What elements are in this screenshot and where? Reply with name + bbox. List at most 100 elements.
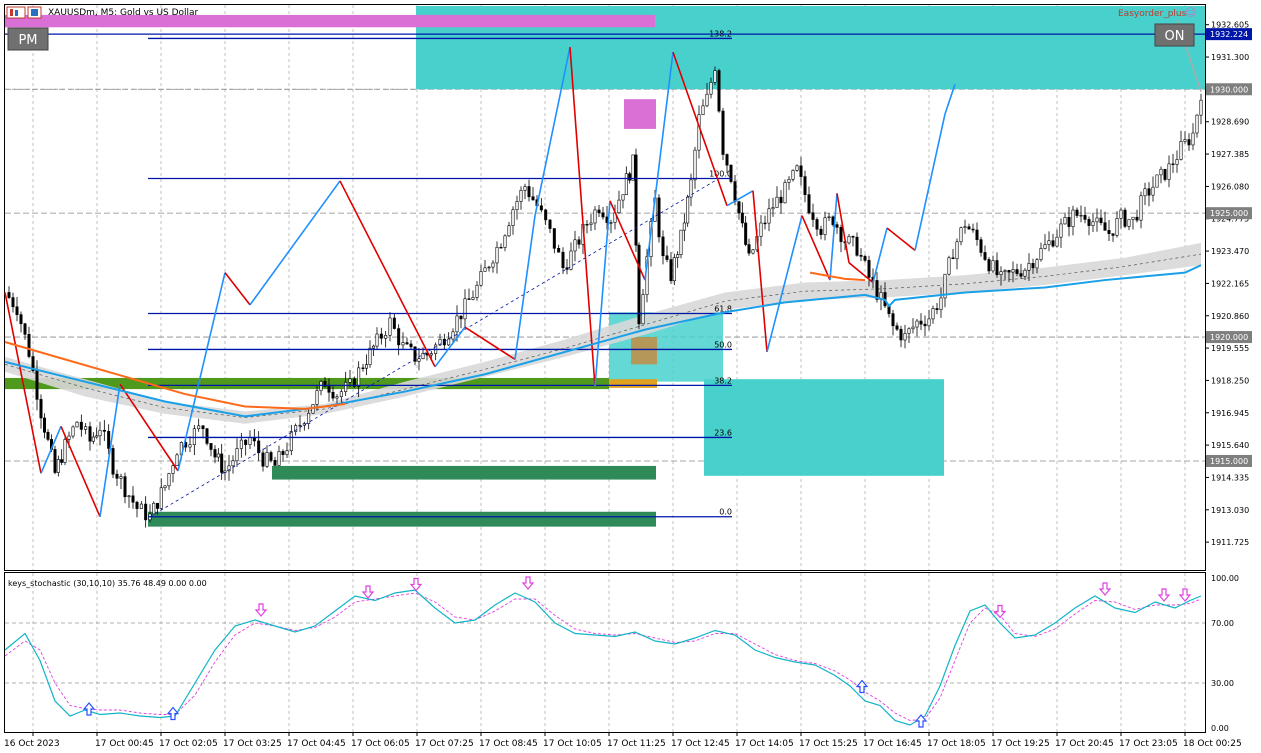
candle-bear — [557, 247, 561, 253]
candle-bull — [95, 435, 99, 438]
candle-bull — [751, 249, 755, 254]
candle-bear — [548, 219, 552, 229]
candle-bear — [979, 239, 983, 253]
candle-bull — [999, 271, 1003, 276]
candle-bear — [983, 252, 987, 260]
candle-bull — [1191, 132, 1195, 146]
candle-bull — [705, 93, 709, 107]
candle-bear — [135, 501, 139, 509]
candle-bull — [1119, 209, 1123, 219]
on-button[interactable]: ON — [1154, 23, 1195, 47]
time-tick-label: 17 Oct 04:45 — [287, 739, 346, 749]
candle-bear — [935, 308, 939, 311]
candle-bear — [1051, 240, 1055, 247]
price-tag-label: 1930.000 — [1210, 85, 1248, 94]
candle-bull — [159, 487, 163, 509]
candle-bear — [79, 421, 83, 430]
candle-bear — [361, 367, 365, 369]
time-tick-label: 17 Oct 02:05 — [159, 739, 218, 749]
candle-bear — [657, 197, 661, 238]
candle-bear — [252, 437, 256, 442]
candle-bull — [1183, 139, 1187, 142]
candle-bear — [779, 196, 783, 204]
candle-bear — [971, 228, 975, 231]
candle-bull — [959, 227, 963, 243]
candle-bear — [744, 222, 748, 245]
candle-bull — [1071, 209, 1075, 227]
candle-bull — [827, 216, 831, 219]
price-tick-label: 1913.030 — [1211, 506, 1249, 515]
time-tick-label: 17 Oct 16:45 — [863, 739, 922, 749]
candle-bear — [1123, 209, 1127, 227]
chart-canvas[interactable]: 138.2100.061.850.038.223.60.0 1932.60519… — [0, 0, 1261, 753]
candle-bull — [617, 199, 621, 214]
candle-bear — [35, 370, 39, 400]
candle-bull — [56, 459, 60, 473]
candle-bull — [1035, 259, 1039, 269]
candle-bull — [479, 271, 483, 286]
candle-bull — [429, 353, 433, 356]
candle-bear — [1103, 222, 1107, 231]
candle-bear — [1019, 273, 1023, 277]
candle-bull — [1079, 214, 1083, 217]
overlap-strip — [609, 379, 657, 388]
candle-bear — [123, 476, 127, 498]
price-tick-label: 1926.080 — [1211, 182, 1249, 191]
candle-bear — [1107, 230, 1111, 234]
candle-bear — [815, 219, 819, 230]
pm-button[interactable]: PM — [7, 27, 49, 51]
candle-bull — [152, 502, 156, 515]
candle-bear — [220, 453, 224, 473]
sell-zone-small — [624, 99, 656, 129]
candle-bear — [527, 186, 531, 198]
time-tick-label: 17 Oct 15:25 — [799, 739, 858, 749]
candle-bull — [1043, 244, 1047, 249]
symbol-title: XAUUSDm, M5: Gold vs US Dollar — [48, 8, 199, 18]
chart-menu-icon[interactable] — [6, 6, 42, 19]
candle-bull — [795, 165, 799, 171]
candle-bull — [775, 196, 779, 208]
price-tag-label: 1925.000 — [1210, 209, 1248, 218]
candle-bull — [955, 241, 959, 260]
candle-bear — [23, 323, 27, 335]
candle-bear — [919, 320, 923, 325]
candle-bull — [348, 378, 352, 383]
candle-bear — [987, 259, 991, 272]
candle-bear — [1163, 168, 1167, 180]
candle-bull — [239, 439, 243, 449]
candle-bull — [265, 452, 269, 467]
candle-bear — [1187, 139, 1191, 146]
candle-bear — [60, 459, 64, 463]
time-tick-label: 17 Oct 23:05 — [1119, 739, 1178, 749]
candle-bear — [1075, 209, 1079, 216]
candle-bear — [102, 429, 106, 432]
stochastic-label: keys_stochastic (30,10,10) 35.76 48.49 0… — [8, 579, 207, 588]
candle-bear — [531, 196, 535, 201]
candle-bear — [261, 452, 265, 467]
candle-bear — [156, 502, 160, 509]
price-tag-label: 1915.000 — [1210, 457, 1248, 466]
price-tick-label: 1916.945 — [1211, 409, 1249, 418]
candle-bull — [495, 246, 499, 264]
candle-bull — [285, 450, 289, 455]
candle-bull — [75, 421, 79, 428]
candle-bull — [1027, 263, 1031, 271]
candle-bull — [767, 208, 771, 224]
candle-bull — [364, 364, 368, 369]
candle-bull — [713, 70, 717, 83]
candle-bear — [53, 449, 57, 473]
candle-bear — [717, 70, 721, 112]
candle-bull — [357, 367, 361, 387]
candle-bull — [709, 82, 713, 95]
time-tick-label: 17 Oct 14:05 — [735, 739, 794, 749]
candle-bull — [903, 333, 907, 341]
candle-bull — [188, 444, 192, 448]
candle-bull — [463, 298, 467, 320]
candle-bull — [63, 439, 67, 463]
candle-bull — [915, 320, 919, 328]
candle-bull — [491, 262, 495, 268]
candle-bear — [144, 503, 148, 521]
candle-bear — [763, 222, 767, 225]
candle-bull — [519, 190, 523, 202]
candle-bull — [771, 207, 775, 210]
